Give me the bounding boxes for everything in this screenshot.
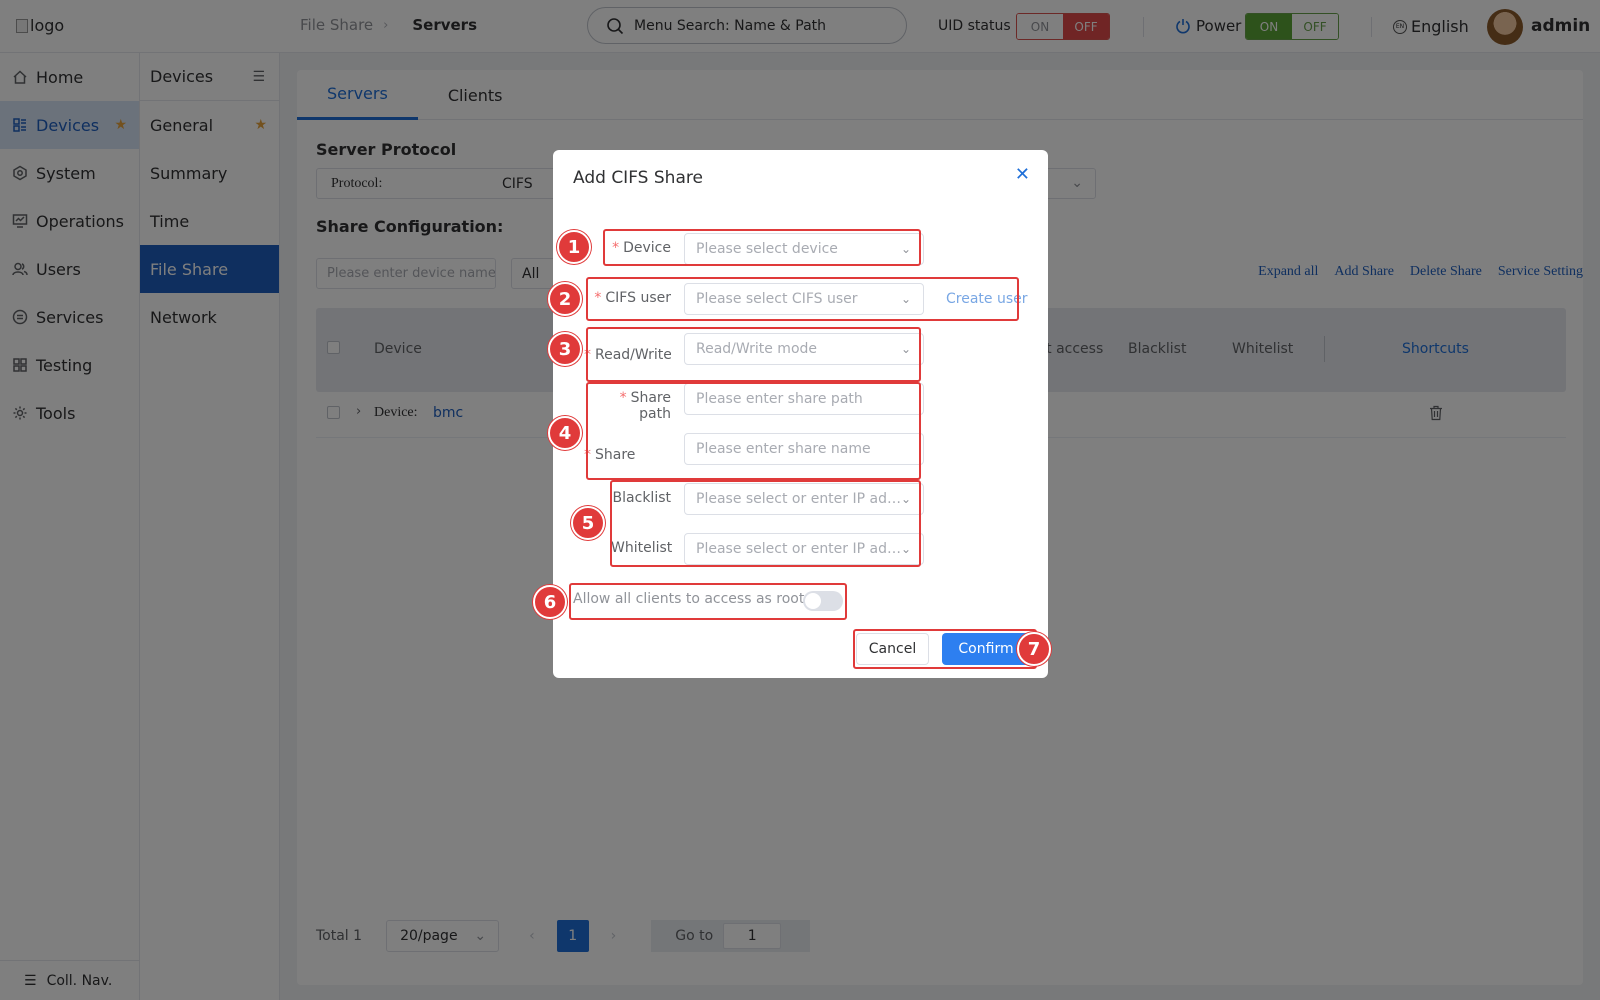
annotation-badge-7: 7 — [1017, 632, 1051, 666]
annotation-badge-3: 3 — [548, 332, 582, 366]
annotation-box-5 — [610, 480, 921, 567]
annotation-badge-5: 5 — [571, 506, 605, 540]
annotation-box-1 — [603, 229, 921, 266]
annotation-badge-2: 2 — [548, 282, 582, 316]
annotation-box-4 — [586, 382, 921, 480]
annotation-box-7 — [853, 629, 1037, 669]
annotation-badge-1: 1 — [557, 230, 591, 264]
annotation-badge-4: 4 — [548, 416, 582, 450]
annotation-box-3 — [586, 327, 921, 382]
close-icon[interactable]: ✕ — [1015, 164, 1030, 185]
annotation-box-2 — [586, 277, 1019, 321]
annotation-badge-6: 6 — [533, 585, 567, 619]
annotation-box-6 — [569, 583, 847, 620]
dialog-title: Add CIFS Share — [573, 168, 703, 188]
add-cifs-share-dialog: Add CIFS Share ✕ * Device Please select d… — [533, 150, 1051, 678]
